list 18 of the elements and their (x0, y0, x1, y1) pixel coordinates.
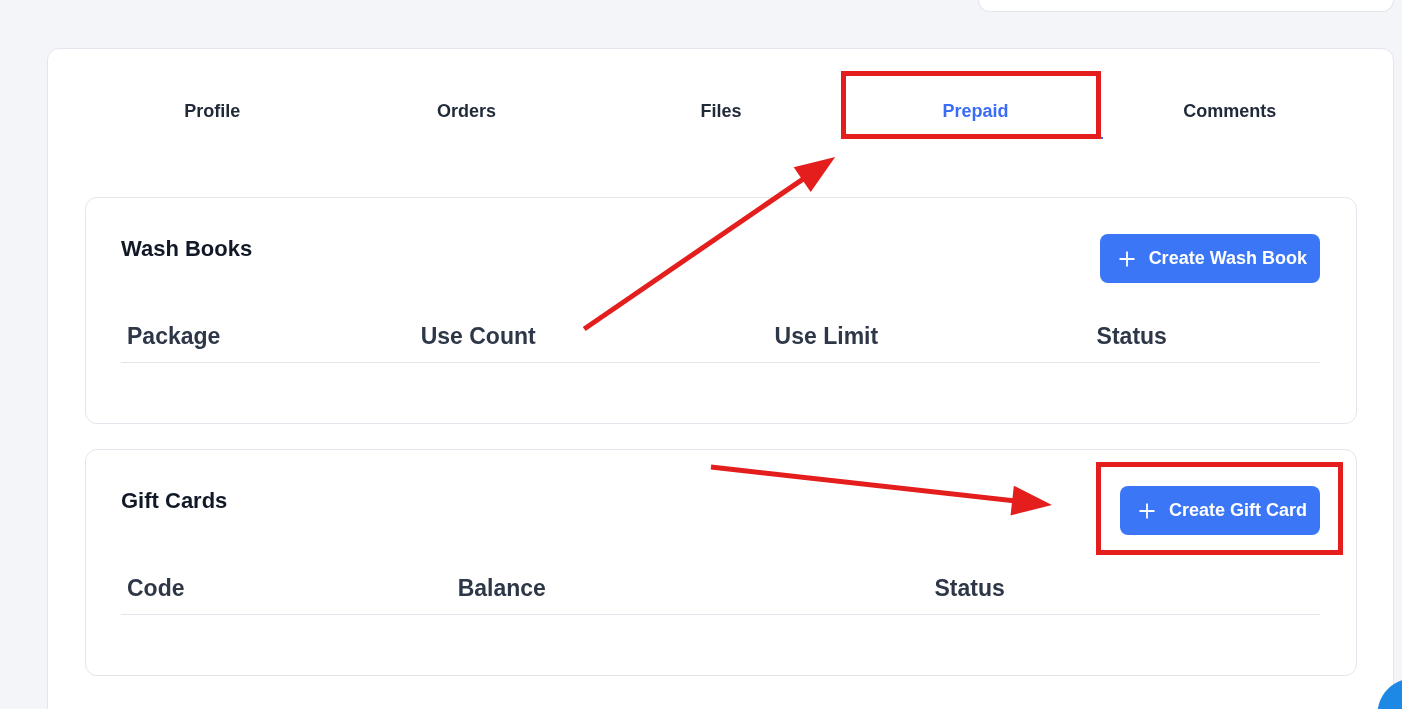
column-header: Package (121, 310, 415, 363)
plus-icon (1118, 250, 1135, 267)
tab[interactable]: Prepaid (848, 84, 1103, 139)
tab[interactable]: Files (593, 84, 849, 139)
create-button[interactable]: Create Wash Book (1099, 234, 1320, 283)
create-button[interactable]: Create Gift Card (1119, 486, 1320, 535)
section-title: Wash Books (121, 236, 253, 262)
tab[interactable]: Profile (85, 84, 340, 139)
section-title: Gift Cards (121, 488, 228, 514)
tab[interactable]: Comments (1102, 84, 1357, 139)
column-header: Use Count (414, 310, 769, 363)
tab[interactable]: Orders (339, 84, 594, 139)
column-header: Status (928, 562, 1320, 615)
column-header: Status (1090, 310, 1320, 363)
column-header: Code (121, 562, 452, 615)
plus-icon (1138, 502, 1155, 519)
column-header: Balance (451, 562, 929, 615)
column-header: Use Limit (768, 310, 1091, 363)
